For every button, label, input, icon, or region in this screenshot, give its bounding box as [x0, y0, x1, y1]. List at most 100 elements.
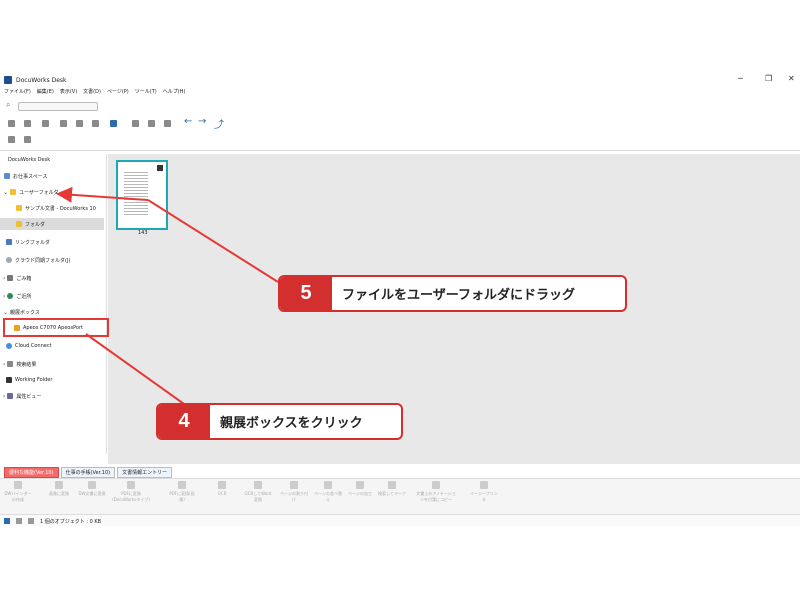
easy-printer-button[interactable]: イージープリンタ	[470, 481, 498, 503]
pdf-icon	[127, 481, 135, 489]
list-view-icon[interactable]	[16, 518, 22, 524]
cloud-icon	[6, 343, 12, 349]
callout-number: 5	[280, 277, 332, 310]
network-icon	[7, 293, 14, 299]
cloud-icon	[6, 257, 12, 263]
window-title: DocuWorks Desk	[16, 76, 67, 84]
user-icon[interactable]	[132, 120, 139, 127]
stamp-icon[interactable]	[164, 120, 171, 127]
tree-item-sample-docs[interactable]: サンプル文書 - DocuWorks 10	[16, 202, 96, 214]
search-row: ⌕	[0, 100, 800, 112]
docuworks-app-icon	[4, 76, 12, 84]
annotation-icon	[432, 481, 440, 489]
reorder-icon	[324, 481, 332, 489]
view-icon[interactable]	[60, 120, 67, 127]
annotation-copy-button[interactable]: 文書上のアノテーションを付箋にコピー	[416, 481, 456, 503]
print-icon[interactable]	[8, 136, 15, 143]
dw-icon	[88, 481, 96, 489]
menu-file[interactable]: ファイル(F)	[4, 88, 31, 98]
grid-view-icon[interactable]	[4, 518, 10, 524]
search-icon[interactable]: ⌕	[6, 100, 10, 110]
chevron-down-icon[interactable]: ⌄	[3, 309, 8, 316]
convert-pdf-image-button[interactable]: PDFに変換(画像)	[168, 481, 196, 503]
tree-item-trash[interactable]: › ごみ箱	[0, 272, 31, 284]
scan-icon[interactable]	[24, 136, 31, 143]
tree-item-link-folder[interactable]: リンクフォルダ	[6, 236, 50, 248]
folder-icon	[16, 205, 22, 211]
copy-icon[interactable]	[24, 120, 31, 127]
tree-item-working-folder[interactable]: Working Folder	[6, 374, 52, 386]
status-bar: 1 個のオブジェクト : 0 KB	[0, 514, 800, 526]
toolbar: ← → ⤴	[0, 112, 800, 151]
page-edit-button[interactable]: ページの加工	[346, 481, 374, 497]
tree-item-confidential-box[interactable]: ⌄ 親展ボックス	[0, 306, 40, 318]
thumbnail-label: 143	[138, 230, 148, 236]
menu-page[interactable]: ページ(P)	[107, 88, 129, 98]
trash-icon	[7, 275, 14, 281]
detail-view-icon[interactable]	[28, 518, 34, 524]
callout-number: 4	[158, 405, 210, 438]
split-icon[interactable]	[110, 120, 117, 127]
binder-icon	[14, 481, 22, 489]
search-input[interactable]	[18, 102, 98, 111]
up-folder-icon[interactable]: ⤴	[214, 116, 224, 131]
minimize-button[interactable]: ─	[738, 74, 743, 83]
binder-icon[interactable]	[8, 120, 15, 127]
title-bar: DocuWorks Desk ─ ❐ ✕	[0, 72, 800, 88]
document-thumbnail[interactable]	[116, 160, 168, 230]
tree-item-search-results[interactable]: › 検索結果	[0, 358, 36, 370]
tree-item-cloud-sync[interactable]: クラウド同期フォルダ(J)	[6, 254, 70, 266]
restore-button[interactable]: ❐	[765, 74, 772, 83]
menu-view[interactable]: 表示(V)	[60, 88, 77, 98]
chevron-down-icon[interactable]: ⌄	[3, 189, 8, 196]
ocr-icon	[218, 481, 226, 489]
page-layout-icon	[290, 481, 298, 489]
tab-useful-functions[interactable]: 便利な機能(Ver.10)	[4, 467, 59, 478]
search-results-icon	[7, 361, 14, 367]
function-bar: DWバインダーの作成 画像に変換 DW文書に変換 PDFに変換(DocuWork…	[0, 478, 800, 515]
tab-document-info-entry[interactable]: 文書情報エントリー	[117, 467, 173, 478]
close-button[interactable]: ✕	[788, 74, 795, 83]
pages-icon[interactable]	[148, 120, 155, 127]
folder-icon	[16, 221, 22, 227]
chevron-right-icon[interactable]: ›	[3, 293, 5, 300]
menu-tools[interactable]: ツール(T)	[135, 88, 157, 98]
callout-text: 親展ボックスをクリック	[220, 416, 363, 431]
menu-document[interactable]: 文書(D)	[83, 88, 101, 98]
back-arrow-icon[interactable]: ←	[184, 116, 192, 127]
tree-item-folder[interactable]: フォルダ	[0, 218, 104, 230]
thumbnail-icon[interactable]	[76, 120, 83, 127]
convert-dw-button[interactable]: DW文書に変換	[78, 481, 106, 497]
chevron-right-icon[interactable]: ›	[3, 275, 5, 282]
tab-work-notebook[interactable]: 仕事の手帳(Ver.10)	[60, 467, 116, 478]
menu-help[interactable]: ヘルプ(H)	[163, 88, 186, 98]
callout-step-5: 5 ファイルをユーザーフォルダにドラッグ	[278, 275, 627, 312]
search-mark-button[interactable]: 検索してマーク	[378, 481, 406, 497]
convert-image-button[interactable]: 画像に変換	[45, 481, 73, 497]
callout-text: ファイルをユーザーフォルダにドラッグ	[342, 288, 575, 303]
chevron-right-icon[interactable]: ›	[3, 361, 5, 368]
page-layout-button[interactable]: ページの割り付け	[280, 481, 308, 503]
word-icon	[254, 481, 262, 489]
document-icon[interactable]	[42, 120, 49, 127]
tree-item-workspace[interactable]: お仕事スペース	[4, 170, 47, 182]
create-binder-button[interactable]: DWバインダーの作成	[4, 481, 32, 503]
zoom-icon[interactable]	[92, 120, 99, 127]
search-icon	[388, 481, 396, 489]
tab-bar: 便利な機能(Ver.10) 仕事の手帳(Ver.10) 文書情報エントリー	[0, 467, 800, 478]
tree-root[interactable]: DocuWorks Desk	[8, 154, 50, 166]
tree-item-neighborhood[interactable]: › ご近所	[0, 290, 31, 302]
tree-item-cloud-connect[interactable]: Cloud Connect	[6, 340, 52, 352]
chevron-right-icon[interactable]: ›	[3, 393, 5, 400]
convert-pdf-dw-button[interactable]: PDFに変換(DocuWorksタイプ)	[112, 481, 150, 503]
tree-item-attribute-view[interactable]: › 属性ビュー	[0, 390, 41, 402]
tree-item-user-folder[interactable]: ⌄ ユーザーフォルダ	[0, 186, 59, 198]
workspace-icon	[4, 173, 10, 179]
link-folder-icon	[6, 239, 12, 245]
forward-arrow-icon[interactable]: →	[198, 116, 206, 127]
ocr-word-button[interactable]: OCRしてWord変換	[244, 481, 272, 503]
ocr-button[interactable]: OCR	[208, 481, 236, 496]
page-reorder-button[interactable]: ページの並べ替え	[314, 481, 342, 503]
download-icon	[157, 165, 163, 171]
menu-edit[interactable]: 編集(E)	[37, 88, 54, 98]
